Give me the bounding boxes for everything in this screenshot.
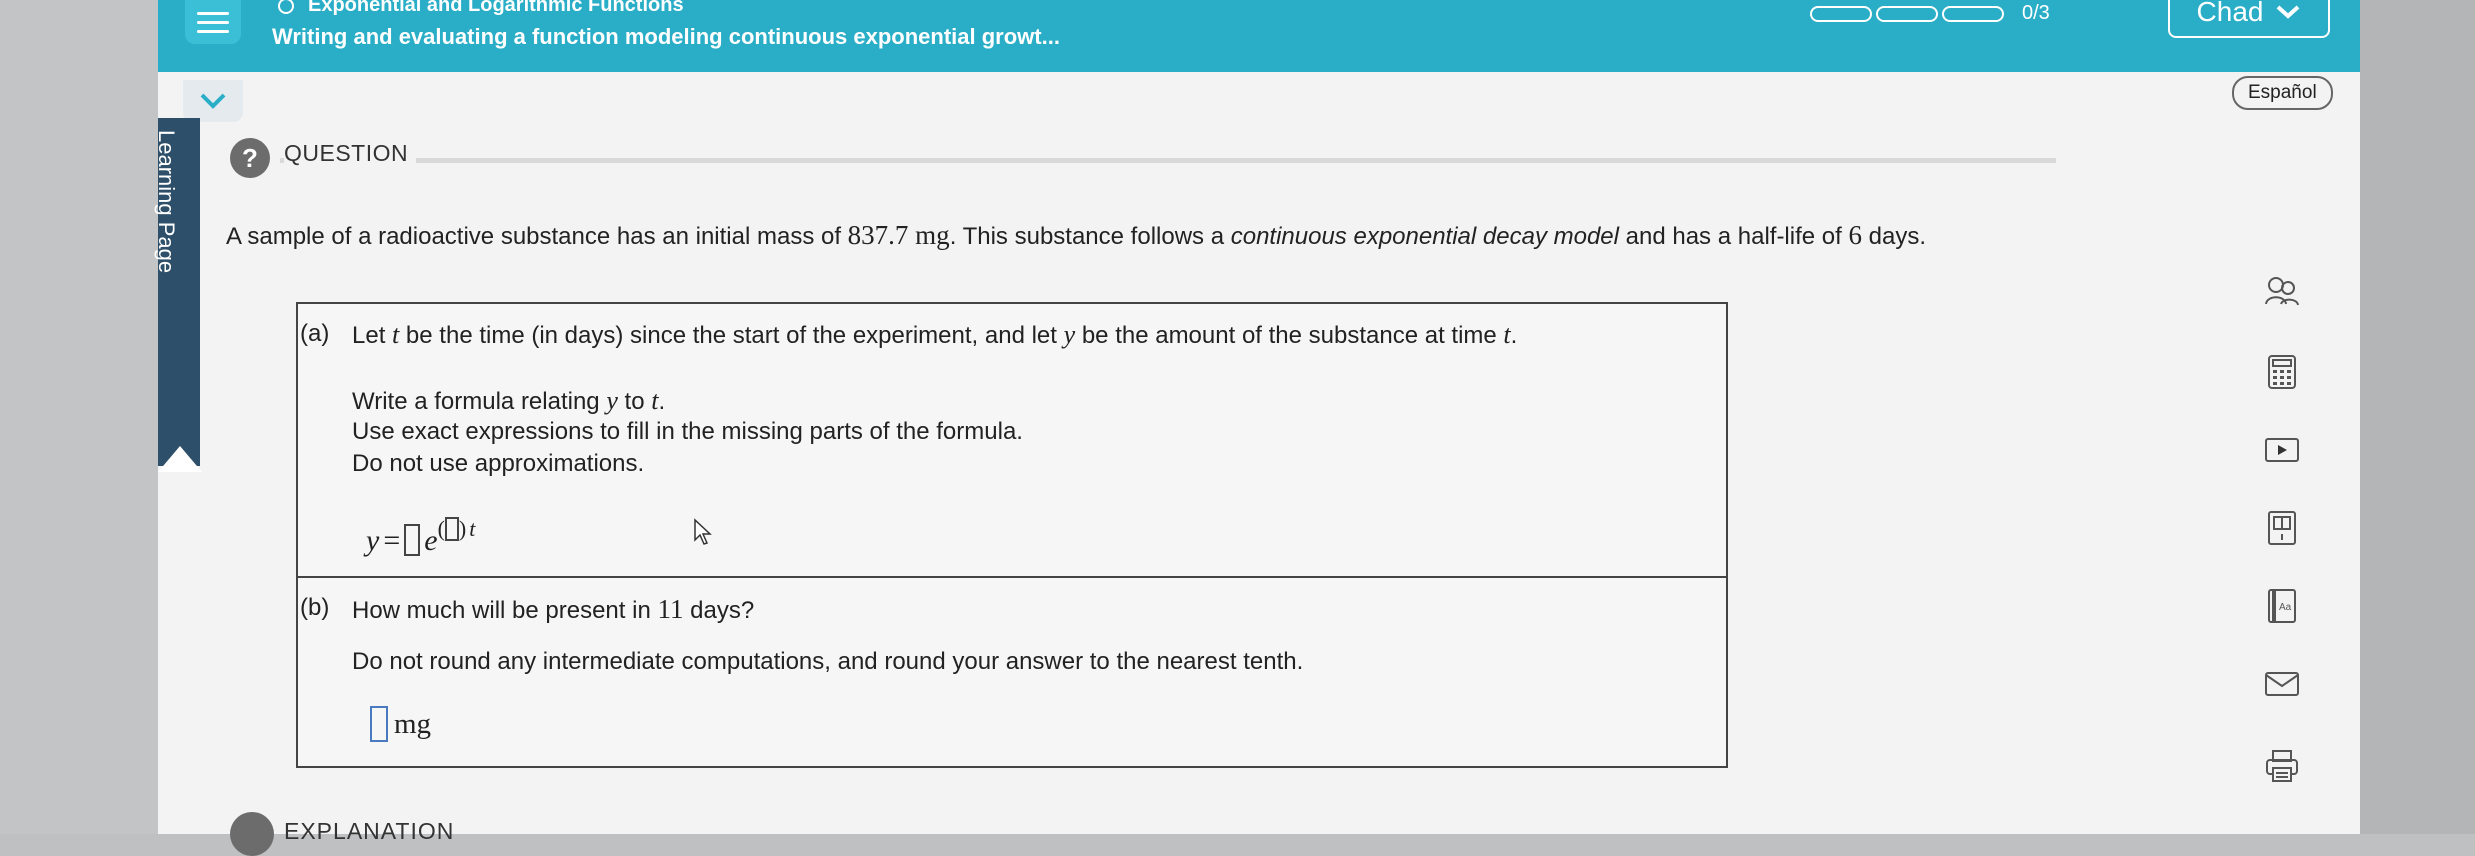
progress-text: 0/3 (2022, 2, 2050, 24)
progress-segment (1810, 6, 1872, 22)
rate-input[interactable] (444, 517, 459, 541)
language-button[interactable]: Español (2232, 76, 2333, 110)
progress-bar (1810, 6, 2004, 22)
email-icon[interactable] (2262, 664, 2302, 704)
learning-page-label: Learning Page (154, 130, 179, 274)
part-a-line4: Do not use approximations. (352, 450, 645, 477)
answer-row: mg (370, 706, 431, 742)
part-a-line3: Use exact expressions to fill in the mis… (352, 418, 1023, 445)
question-divider (280, 158, 2056, 163)
topic-label: Exponential and Logarithmic Functions (308, 0, 684, 16)
question-prompt: A sample of a radioactive substance has … (226, 220, 1926, 250)
chevron-down-icon (200, 93, 226, 109)
learning-page-arrow-icon (158, 446, 202, 472)
progress-segment (1876, 6, 1938, 22)
coefficient-input[interactable] (404, 524, 421, 556)
user-name: Chad (2196, 0, 2264, 27)
formula-equals: = (383, 524, 401, 557)
parts-divider (296, 576, 1728, 578)
answer-unit: mg (394, 707, 432, 740)
part-a-tag: (a) (300, 320, 330, 347)
answer-input[interactable] (370, 706, 388, 742)
page-title: Writing and evaluating a function modeli… (272, 24, 1060, 49)
progress-segment (1942, 6, 2004, 22)
formula-exponent: ( ) t (437, 516, 476, 541)
svg-text:Aa: Aa (2279, 602, 2292, 613)
explanation-label[interactable]: EXPLANATION (284, 818, 454, 845)
part-b-line2: Do not round any intermediate computatio… (352, 648, 1304, 675)
people-icon[interactable] (2262, 272, 2302, 312)
question-label: QUESTION (284, 140, 417, 167)
part-a-line1: Let t be the time (in days) since the st… (352, 320, 1518, 349)
textbook-icon[interactable] (2262, 508, 2302, 548)
question-help-icon[interactable]: ? (230, 138, 270, 178)
video-icon[interactable] (2262, 430, 2302, 470)
glossary-icon[interactable]: Aa (2262, 586, 2302, 626)
mouse-cursor-icon (694, 518, 712, 545)
print-icon[interactable] (2262, 746, 2302, 786)
formula-e: e (424, 524, 438, 557)
formula-template: y = e ( ) t (366, 516, 475, 558)
right-background (2360, 0, 2475, 834)
explanation-icon (230, 812, 274, 856)
user-menu-button[interactable]: Chad (2168, 0, 2330, 38)
formula-y: y (366, 524, 380, 557)
part-b-line1: How much will be present in 11 days? (352, 594, 755, 624)
part-a-line2: Write a formula relating y to t. (352, 386, 666, 415)
chevron-down-icon (2277, 5, 2300, 19)
collapse-header-button[interactable] (183, 80, 243, 122)
part-b-tag: (b) (300, 594, 330, 621)
menu-button[interactable] (185, 0, 241, 44)
left-background (0, 0, 158, 834)
calculator-icon[interactable] (2262, 352, 2302, 392)
question-parts-box (296, 302, 1728, 768)
